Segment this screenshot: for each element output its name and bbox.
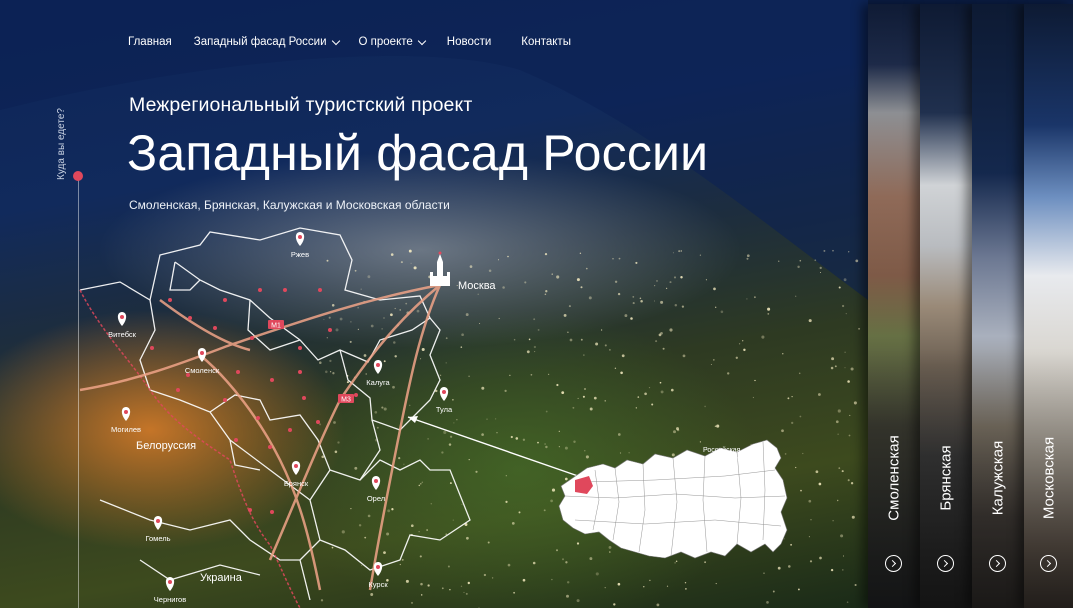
nav-item-contacts[interactable]: Контакты xyxy=(521,36,571,48)
region-card-label: Брянская xyxy=(937,445,955,511)
region-card-label: Московская xyxy=(1040,436,1057,520)
chevron-right-icon[interactable] xyxy=(1039,555,1057,572)
region-cards: Смоленская Брянская Калужская Московская xyxy=(868,0,1073,608)
nav-news-label: Новости xyxy=(446,36,492,48)
nav-item-about[interactable]: О проекте xyxy=(358,36,427,48)
page-title: Западный фасад России xyxy=(127,125,709,181)
road-label-m3: М3 xyxy=(341,397,351,404)
nav-item-news[interactable]: Новости xyxy=(447,36,492,48)
city-label: Калуга xyxy=(366,378,390,387)
city-label: Курск xyxy=(368,580,388,589)
city-label: Гомель xyxy=(145,534,170,543)
city-label: Смоленск xyxy=(185,366,220,375)
road-label-m1: М1 xyxy=(271,323,281,330)
chevron-right-icon[interactable] xyxy=(885,555,902,572)
city-marker[interactable]: Чернигов xyxy=(154,577,186,604)
region-map: М1 М3 Ржев Витебск Смоленск Калуга Тула Могил… xyxy=(79,227,788,608)
side-scroll-track xyxy=(78,176,79,608)
page: М1 М3 Ржев Витебск Смоленск Калуга Тула Могил… xyxy=(0,0,1073,608)
inset-pointer-line xyxy=(407,416,579,477)
capital-label: Москва xyxy=(458,280,496,292)
chevron-right-icon[interactable] xyxy=(937,555,954,572)
region-card-bryansk[interactable]: Брянская xyxy=(920,4,972,608)
inset-label-line1: Российская xyxy=(703,446,741,454)
region-card-label: Калужская xyxy=(989,440,1007,516)
city-label: Ржев xyxy=(291,250,309,259)
city-marker[interactable]: Могилев xyxy=(111,407,141,434)
city-label: Брянск xyxy=(284,479,309,488)
kremlin-icon xyxy=(430,251,450,286)
nav-item-western-facade[interactable]: Западный фасад России xyxy=(193,36,340,48)
city-marker[interactable]: Калуга xyxy=(366,360,391,387)
nav-item-home[interactable]: Главная xyxy=(128,36,172,48)
chevron-down-icon xyxy=(331,36,340,45)
city-label: Тула xyxy=(436,405,453,414)
city-label: Орел xyxy=(367,494,385,503)
inset-label-line2: Федерация xyxy=(705,456,742,463)
city-marker[interactable]: Витебск xyxy=(108,312,137,339)
chevron-down-icon xyxy=(417,36,427,45)
city-label: Чернигов xyxy=(154,595,186,604)
city-label: Витебск xyxy=(108,330,137,339)
region-card-moscow[interactable]: Московская xyxy=(1024,4,1073,608)
side-scroll-indicator[interactable] xyxy=(73,171,83,181)
region-card-kaluga[interactable]: Калужская xyxy=(972,4,1024,608)
country-label-ukraine: Украина xyxy=(200,572,243,584)
regions-description: Смоленская, Брянская, Калужская и Москов… xyxy=(129,198,450,212)
nav-contacts-label: Контакты xyxy=(521,36,571,48)
city-label: Могилев xyxy=(111,425,141,434)
side-question-label: Куда вы едете? xyxy=(56,108,67,180)
chevron-right-icon[interactable] xyxy=(989,555,1006,572)
city-marker[interactable]: Орел xyxy=(367,476,385,503)
hero-section: М1 М3 Ржев Витебск Смоленск Калуга Тула Могил… xyxy=(0,0,868,608)
road-markers xyxy=(268,320,354,403)
nav-western-facade-label: Западный фасад России xyxy=(193,36,327,48)
nav-home-label: Главная xyxy=(128,36,172,48)
region-card-smolensk[interactable]: Смоленская xyxy=(868,4,920,608)
nav-about-label: О проекте xyxy=(358,36,413,48)
city-marker[interactable]: Тула xyxy=(436,387,453,414)
region-card-label: Смоленская xyxy=(885,435,903,521)
russia-inset-map: Российская Федерация xyxy=(558,439,788,559)
city-marker[interactable]: Ржев xyxy=(291,232,309,259)
country-label-belarus: Белоруссия xyxy=(136,440,196,452)
hero-subtitle: Межрегиональный туристский проект xyxy=(129,94,473,116)
main-nav: Главная Западный фасад России О проекте … xyxy=(128,36,571,48)
